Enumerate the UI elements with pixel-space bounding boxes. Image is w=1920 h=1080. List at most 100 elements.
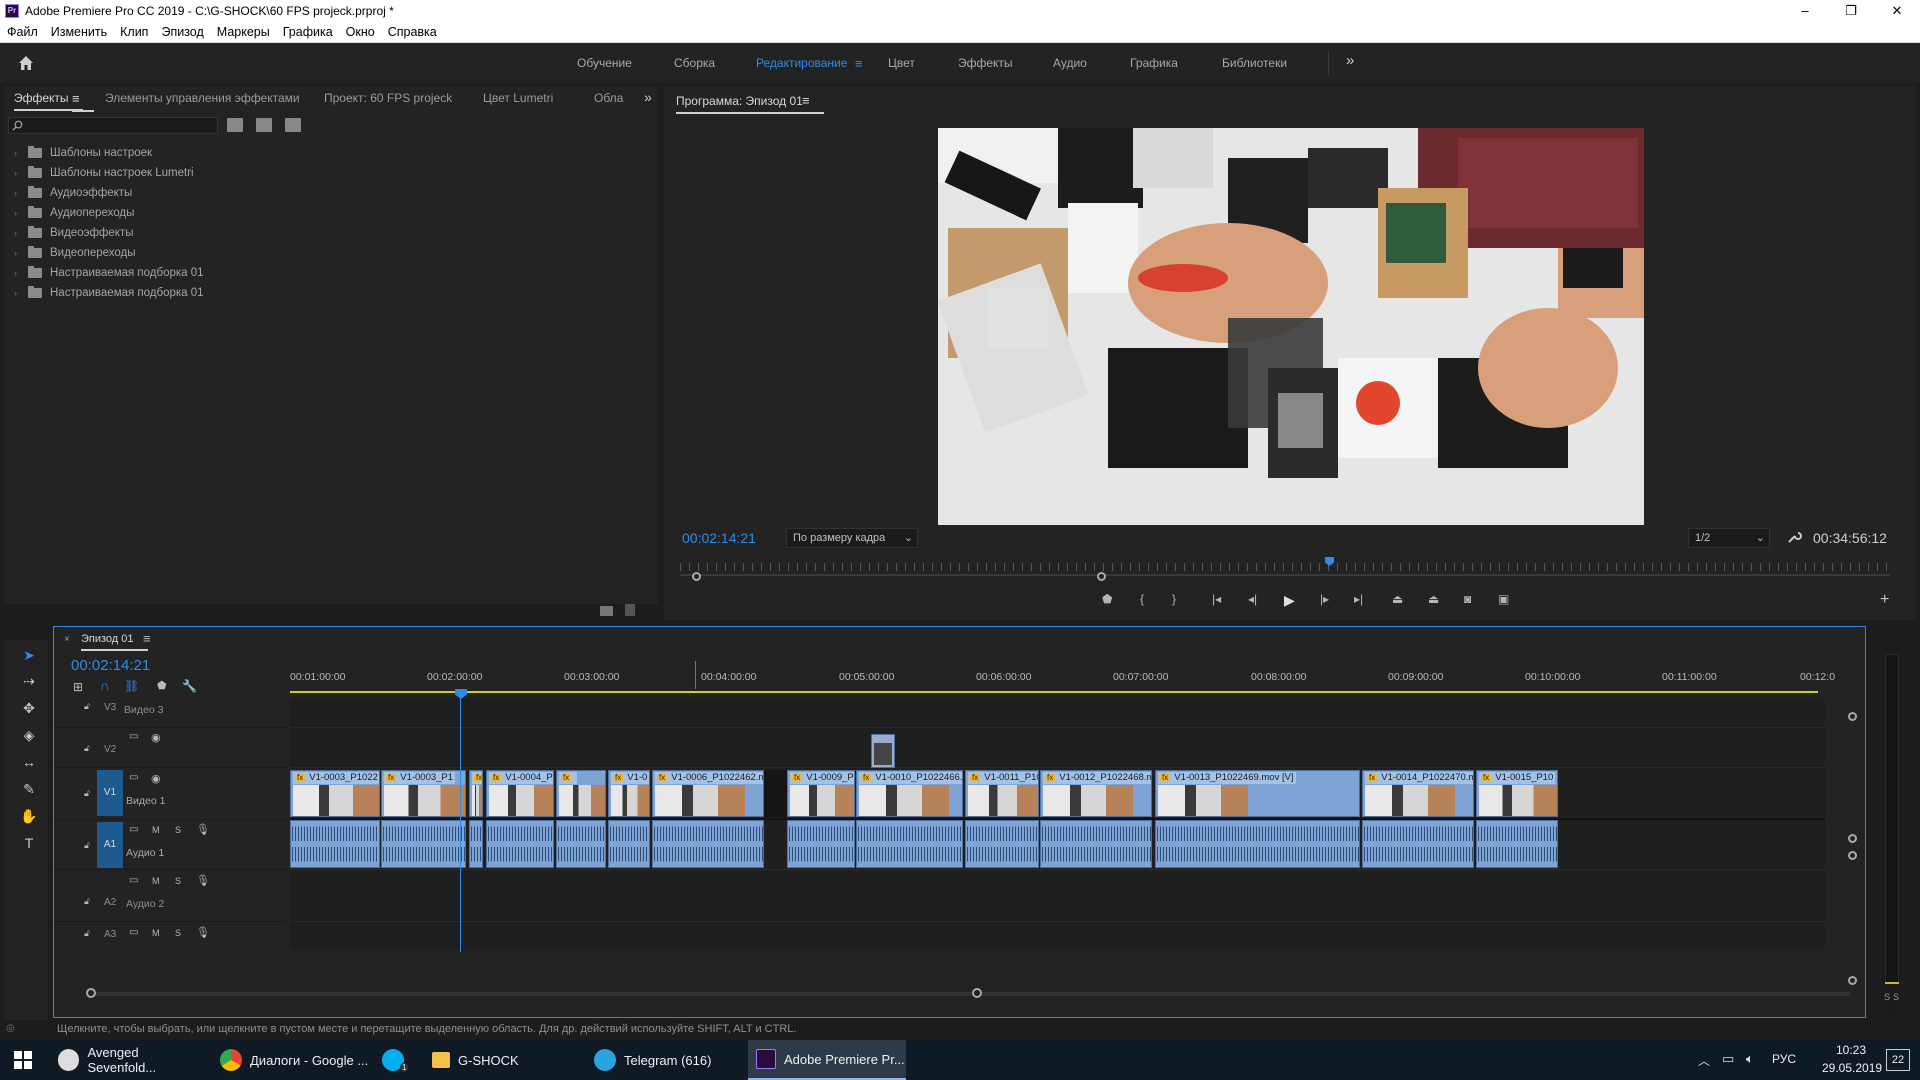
workspace-overflow-icon[interactable]: » [1346,52,1354,69]
tree-item-video-effects[interactable]: › Видеоэффекты [14,223,133,243]
selection-tool-icon[interactable]: ➤ [18,644,40,666]
tab-overflow[interactable]: Обла [594,91,623,105]
workspace-assembly[interactable]: Сборка [674,56,715,70]
expand-arrow-icon[interactable]: › [14,288,28,298]
comparison-view-icon[interactable]: ▣ [1498,592,1509,606]
pen-tool-icon[interactable]: ✎ [18,778,40,800]
solo-right-button[interactable]: S [1893,992,1899,1002]
fit-dropdown[interactable]: По размеру кадра ⌄ [786,528,918,548]
resolution-dropdown[interactable]: 1/2 ⌄ [1688,528,1770,548]
lock-icon[interactable]: 🔓︎ [84,928,90,939]
lift-icon[interactable]: ⏏ [1392,592,1403,606]
v1-clip[interactable]: fxV1-0012_P1022468.mov [V [1040,770,1152,817]
timeline-horizontal-scrollbar[interactable] [90,992,1850,996]
v1-gap[interactable] [764,770,787,817]
mute-button[interactable]: M [152,928,160,938]
taskbar-item-folder[interactable]: G-SHOCK [424,1040,582,1080]
v1-clip[interactable]: fx V1-0003_P1 [381,770,466,817]
eye-icon[interactable]: ◉ [151,731,161,744]
work-area-bar[interactable] [290,691,1818,693]
play-icon[interactable]: ▶ [1284,592,1295,609]
mark-out-icon[interactable]: } [1172,592,1176,606]
v1-clip[interactable]: fx V1-0 [608,770,650,817]
mute-button[interactable]: M [152,876,160,886]
timeline-settings-icon[interactable]: 🔧 [182,679,197,693]
solo-button[interactable]: S [175,928,181,938]
scroll-handle-right[interactable] [972,988,982,998]
clock-date[interactable]: 29.05.2019 [1822,1061,1882,1075]
timeline-ruler[interactable]: 00:01:00:00 00:02:00:00 00:03:00:00 00:0… [290,661,1835,699]
solo-button[interactable]: S [175,876,181,886]
sync-lock-icon[interactable]: ▭ [129,927,138,938]
notification-center-icon[interactable]: 22 [1886,1049,1910,1071]
step-back-icon[interactable]: ◂| [1248,592,1257,606]
expand-arrow-icon[interactable]: › [14,228,28,238]
monitor-time-ruler[interactable] [680,563,1890,571]
mute-button[interactable]: M [152,825,160,835]
snap-icon[interactable]: ∩ [100,678,109,693]
source-patch-v1[interactable]: V1 [97,770,123,816]
workspace-editing[interactable]: Редактирование [756,56,847,70]
v1-clip[interactable]: fxV1-0014_P1022470.mov [1362,770,1474,817]
a1-clip[interactable] [1155,820,1360,868]
volume-icon[interactable]: 🔈︎ [1746,1051,1754,1067]
scroll-handle[interactable] [1848,712,1857,721]
menu-file[interactable]: Файл [0,25,44,39]
taskbar-item-premiere[interactable]: Adobe Premiere Pr... [748,1040,906,1080]
zoom-handle-right[interactable] [1097,572,1106,581]
tab-lumetri-color[interactable]: Цвет Lumetri [483,91,553,105]
workspace-audio[interactable]: Аудио [1053,56,1087,70]
v1-clip[interactable]: fx V1-0004_P [486,770,554,817]
v1-clip[interactable]: fx V1-0009_P1 [787,770,855,817]
new-bin-icon[interactable] [600,606,613,616]
a1-clip[interactable] [965,820,1039,868]
tab-sequence[interactable]: Эпизод 01 [81,633,147,651]
go-to-in-icon[interactable]: |◂ [1212,592,1221,606]
microphone-icon[interactable]: 🎙︎ [196,823,210,836]
linked-selection-icon[interactable]: ⛓ [124,679,139,693]
v1-clip[interactable]: fxV1-0006_P1022462.mov [ [652,770,764,817]
a1-clip[interactable] [556,820,606,868]
a1-clip[interactable] [652,820,764,868]
razor-tool-icon[interactable]: ◈ [18,724,40,746]
menu-help[interactable]: Справка [381,25,443,39]
sync-lock-icon[interactable]: ▭ [129,824,138,835]
extract-icon[interactable]: ⏏ [1428,592,1439,606]
workspace-graphics[interactable]: Графика [1130,56,1178,70]
accelerated-effects-icon[interactable] [227,118,243,132]
step-forward-icon[interactable]: |▸ [1320,592,1329,606]
menu-graphics[interactable]: Графика [276,25,339,39]
a1-clip[interactable] [486,820,554,868]
tree-item-audio-effects[interactable]: › Аудиоэффекты [14,183,132,203]
timeline-playhead-line[interactable] [460,697,461,952]
button-editor-add-icon[interactable]: + [1880,591,1889,609]
a1-clip[interactable] [290,820,380,868]
lock-icon[interactable]: 🔓︎ [84,743,90,754]
monitor-menu-icon[interactable]: ≡ [802,93,823,114]
v1-clip[interactable]: fxV1-0010_P1022466.mov [856,770,963,817]
tree-item-custom-bin-1[interactable]: › Настраиваемая подборка 01 [14,263,204,283]
ripple-edit-tool-icon[interactable]: ✥ [18,697,40,719]
home-icon[interactable] [16,53,36,73]
go-to-out-icon[interactable]: ▸| [1354,592,1363,606]
menu-window[interactable]: Окно [339,25,381,39]
v2-clip[interactable] [871,734,895,768]
v1-clip[interactable]: fx [556,770,606,817]
v1-clip[interactable]: fx V1-0015_P10 [1476,770,1558,817]
taskbar-item-skype[interactable]: 1 [374,1040,420,1080]
sync-lock-icon[interactable]: ▭ [129,731,138,742]
a1-clip[interactable] [1476,820,1558,868]
program-video-frame[interactable] [938,128,1644,525]
a1-clip[interactable] [856,820,963,868]
a1-clip[interactable] [381,820,466,868]
close-tab-icon[interactable]: × [64,634,70,645]
lock-icon[interactable]: 🔓︎ [84,840,90,851]
a1-clip[interactable] [1040,820,1152,868]
microphone-icon[interactable]: 🎙︎ [196,926,210,939]
hand-tool-icon[interactable]: ✋ [18,805,40,827]
minimize-button[interactable]: – [1782,0,1828,22]
lock-icon[interactable]: 🔓︎ [84,788,90,799]
workspace-libraries[interactable]: Библиотеки [1222,56,1287,70]
v1-clip[interactable]: fx [469,770,483,817]
nest-toggle-icon[interactable]: ⊞ [73,680,83,694]
